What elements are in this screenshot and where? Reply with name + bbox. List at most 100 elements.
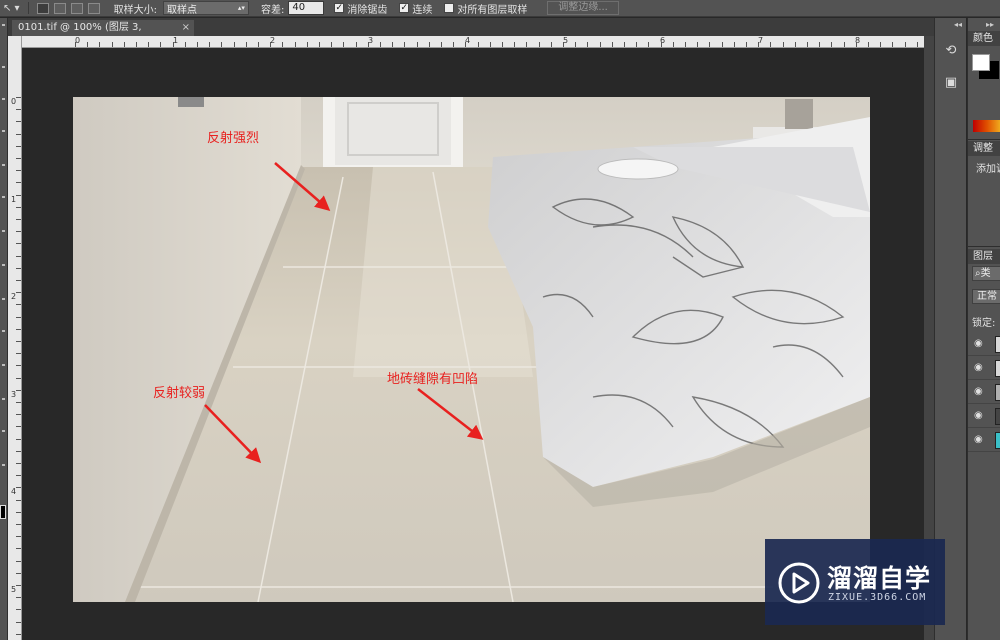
- tab-adjustments[interactable]: 调整: [968, 141, 1000, 156]
- new-selection-button[interactable]: [36, 2, 49, 14]
- history-icon[interactable]: ⟲: [940, 42, 962, 60]
- eye-icon[interactable]: ◉: [974, 411, 986, 421]
- ruler-tick: [16, 390, 21, 391]
- ruler-tick: [539, 42, 540, 47]
- ruler-tick: [709, 42, 710, 47]
- tab-color[interactable]: 颜色: [968, 31, 1000, 46]
- tool-marker[interactable]: [2, 66, 5, 68]
- eye-icon[interactable]: ◉: [974, 339, 986, 349]
- contiguous-label: 连续: [412, 4, 433, 16]
- layer-row[interactable]: ◉: [968, 333, 1000, 356]
- tool-marker[interactable]: [2, 196, 5, 198]
- eye-icon[interactable]: ◉: [974, 387, 986, 397]
- ruler-tick: [758, 42, 759, 47]
- ruler-tick: [16, 304, 21, 305]
- antialias-checkbox[interactable]: ✓: [334, 3, 345, 13]
- select-arrow-icon: ▴▾: [237, 4, 245, 12]
- layer-row[interactable]: ◉: [968, 381, 1000, 404]
- ruler-number: 1: [11, 195, 17, 204]
- tool-marker[interactable]: [2, 430, 5, 432]
- tolerance-input[interactable]: 40: [288, 1, 325, 15]
- collapse-arrows-icon[interactable]: ▸▸: [986, 20, 994, 29]
- subtract-selection-button[interactable]: [70, 2, 83, 14]
- ruler-tick: [16, 341, 21, 342]
- 3d-cube-icon[interactable]: ▣: [940, 74, 962, 92]
- ruler-tick: [234, 42, 235, 47]
- close-icon[interactable]: ×: [182, 20, 190, 36]
- foreground-color-swatch[interactable]: [972, 54, 990, 71]
- ruler-tick: [624, 42, 625, 47]
- document-canvas[interactable]: 反射强烈 反射较弱 地砖缝隙有凹陷: [73, 97, 870, 602]
- tool-marker[interactable]: [2, 464, 5, 466]
- refine-edge-button[interactable]: 调整边缘...: [547, 1, 619, 15]
- eye-icon[interactable]: ◉: [974, 435, 986, 445]
- ruler-tick: [417, 42, 418, 47]
- ruler-tick: [392, 42, 393, 47]
- ruler-tick: [526, 42, 527, 47]
- ruler-tick: [16, 439, 21, 440]
- tool-marker[interactable]: [2, 264, 5, 266]
- ruler-tick: [16, 256, 21, 257]
- tool-marker[interactable]: [2, 364, 5, 366]
- ruler-tick: [648, 42, 649, 47]
- ruler-tick: [16, 365, 21, 366]
- foreground-swatch[interactable]: [0, 505, 6, 519]
- ruler-tick: [16, 536, 21, 537]
- ruler-tick: [575, 42, 576, 47]
- ruler-tick: [465, 42, 466, 47]
- sample-size-label: 取样大小:: [113, 4, 157, 16]
- ruler-tick: [16, 524, 21, 525]
- layer-row[interactable]: ◉: [968, 357, 1000, 380]
- tool-marker[interactable]: [2, 130, 5, 132]
- collapse-arrows-icon[interactable]: ◂◂: [954, 20, 962, 29]
- layer-row[interactable]: ◉: [968, 429, 1000, 452]
- ruler-tick: [917, 42, 918, 47]
- ruler-tick: [380, 42, 381, 47]
- tool-marker[interactable]: [2, 164, 5, 166]
- ruler-tick: [807, 42, 808, 47]
- ruler-tick: [16, 402, 21, 403]
- photoshop-window: ↖ ▾ 取样大小: 取样点 ▴▾ 容差: 40 ✓ 消除锯齿 ✓ 连续 对所有图…: [0, 0, 1000, 640]
- intersect-selection-button[interactable]: [87, 2, 100, 14]
- contiguous-checkbox[interactable]: ✓: [399, 3, 410, 13]
- adjustments-add-label: 添加调: [976, 164, 1000, 175]
- ruler-tick: [185, 42, 186, 47]
- sample-all-layers-checkbox[interactable]: [444, 3, 455, 13]
- document-tab[interactable]: 0101.tif @ 100% (图层 3, RGB/8#) ×: [12, 20, 194, 49]
- tab-layers[interactable]: 图层: [968, 249, 1000, 264]
- eye-icon[interactable]: ◉: [974, 363, 986, 373]
- wall-frame: [178, 97, 204, 107]
- ruler-tick: [16, 451, 21, 452]
- color-ramp[interactable]: [973, 120, 1000, 132]
- ruler-tick: [441, 42, 442, 47]
- ruler-tick: [307, 42, 308, 47]
- divider: [27, 2, 29, 14]
- layer-filter[interactable]: ⌕类: [972, 266, 1000, 281]
- tool-marker[interactable]: [2, 98, 5, 100]
- ruler-tick: [112, 42, 113, 47]
- ruler-tick: [16, 609, 21, 610]
- tool-marker[interactable]: [2, 330, 5, 332]
- ruler-tick: [868, 42, 869, 47]
- tool-marker[interactable]: [2, 24, 5, 26]
- ruler-tick: [16, 353, 21, 354]
- tool-marker[interactable]: [2, 398, 5, 400]
- blend-mode-select[interactable]: 正常: [972, 289, 1000, 304]
- annotation-tile-gap: 地砖缝隙有凹陷: [387, 372, 478, 387]
- tool-marker[interactable]: [2, 298, 5, 300]
- ruler-tick: [148, 42, 149, 47]
- ruler-tick: [16, 634, 21, 635]
- ruler-tick: [16, 585, 21, 586]
- horizontal-ruler: 0 1 2 3 4 5 6 7 8: [22, 36, 924, 48]
- add-selection-button[interactable]: [53, 2, 66, 14]
- ruler-tick: [295, 42, 296, 47]
- ruler-tick: [282, 42, 283, 47]
- sample-size-select[interactable]: 取样点 ▴▾: [162, 1, 249, 16]
- sample-size-value: 取样点: [166, 4, 197, 16]
- rolled-towel: [597, 158, 679, 180]
- tool-marker[interactable]: [2, 230, 5, 232]
- layer-row[interactable]: ◉: [968, 405, 1000, 428]
- ruler-tick: [16, 573, 21, 574]
- ruler-number: 4: [11, 487, 17, 496]
- magic-wand-icon[interactable]: ↖ ▾: [3, 3, 20, 14]
